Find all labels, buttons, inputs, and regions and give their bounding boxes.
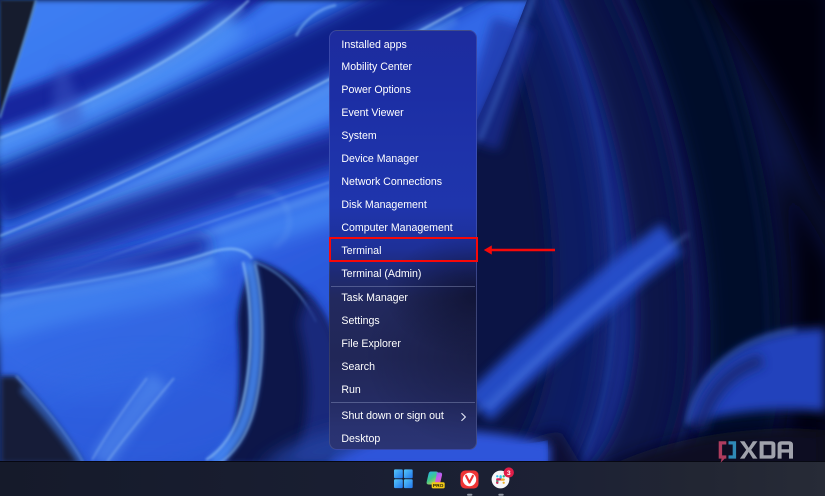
svg-text:PRO: PRO [433,483,444,489]
svg-text:3: 3 [507,470,511,477]
